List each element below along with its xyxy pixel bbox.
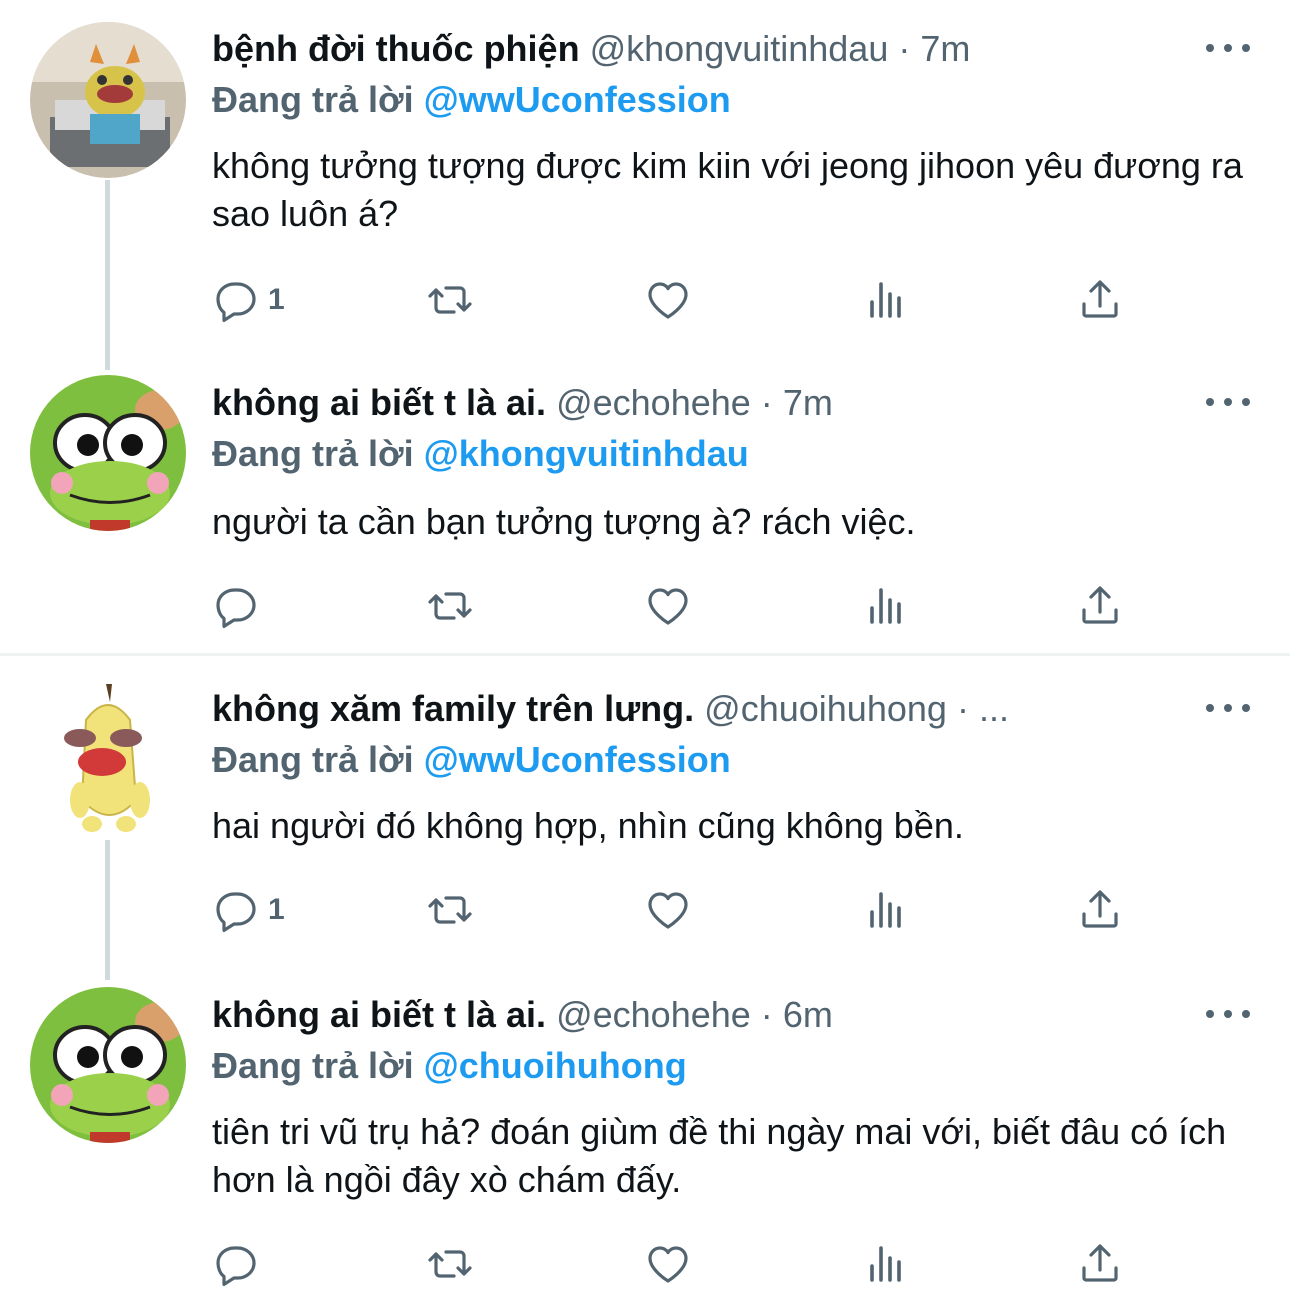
tweet-1[interactable]: bệnh đời thuốc phiện @khongvuitinhdau · … xyxy=(0,0,1290,370)
reply-mention[interactable]: @wwUconfession xyxy=(424,739,731,780)
reply-button[interactable] xyxy=(212,1236,268,1292)
separator: · xyxy=(760,994,773,1035)
retweet-icon xyxy=(428,1250,472,1278)
tweet-text: tiên tri vũ trụ hả? đoán giùm đề thi ngà… xyxy=(212,1111,1227,1200)
reply-context: Đang trả lời @wwUconfession xyxy=(212,736,731,784)
reply-prefix: Đang trả lời xyxy=(212,1045,414,1086)
share-icon xyxy=(1082,1244,1118,1282)
action-bar xyxy=(212,578,1132,634)
reply-icon xyxy=(216,1246,256,1286)
share-button[interactable] xyxy=(1076,272,1124,328)
like-icon xyxy=(648,588,688,625)
share-icon xyxy=(1082,890,1118,928)
share-button[interactable] xyxy=(1076,882,1124,938)
reply-button[interactable]: 1 xyxy=(212,882,285,938)
separator: · xyxy=(956,688,969,729)
like-icon xyxy=(648,1246,688,1283)
reply-prefix: Đang trả lời xyxy=(212,433,414,474)
views-button[interactable] xyxy=(862,1236,910,1292)
like-button[interactable] xyxy=(644,882,692,938)
views-button[interactable] xyxy=(862,578,910,634)
reply-count: 1 xyxy=(268,283,285,316)
avatar[interactable] xyxy=(30,987,186,1143)
more-icon[interactable] xyxy=(1206,392,1250,412)
tweet-3[interactable]: không xăm family trên lưng. @chuoihuhong… xyxy=(0,656,1290,980)
reply-prefix: Đang trả lời xyxy=(212,739,414,780)
reply-button[interactable] xyxy=(212,578,268,634)
reply-icon xyxy=(216,588,256,628)
handle[interactable]: @chuoihuhong xyxy=(704,688,947,729)
reply-context: Đang trả lời @chuoihuhong xyxy=(212,1042,687,1090)
like-icon xyxy=(648,282,688,319)
retweet-icon xyxy=(428,592,472,620)
views-button[interactable] xyxy=(862,882,910,938)
reply-context: Đang trả lời @khongvuitinhdau xyxy=(212,430,749,478)
reply-count: 1 xyxy=(268,893,285,926)
views-button[interactable] xyxy=(862,272,910,328)
reply-mention[interactable]: @wwUconfession xyxy=(424,79,731,120)
more-icon[interactable] xyxy=(1206,1004,1250,1024)
like-icon xyxy=(648,892,688,929)
retweet-button[interactable] xyxy=(426,1236,474,1292)
reply-mention[interactable]: @chuoihuhong xyxy=(424,1045,687,1086)
views-icon xyxy=(870,1246,901,1282)
handle[interactable]: @echohehe xyxy=(556,382,751,423)
retweet-icon xyxy=(428,896,472,924)
thread-line xyxy=(105,840,110,980)
share-button[interactable] xyxy=(1076,578,1124,634)
avatar[interactable] xyxy=(30,22,186,178)
tweet-4[interactable]: không ai biết t là ai. @echohehe · 6m Đa… xyxy=(0,962,1290,1308)
avatar[interactable] xyxy=(30,680,186,836)
retweet-icon xyxy=(428,286,472,314)
views-icon xyxy=(870,588,901,624)
share-button[interactable] xyxy=(1076,1236,1124,1292)
display-name[interactable]: không ai biết t là ai. xyxy=(212,994,546,1035)
tweet-text: hai người đó không hợp, nhìn cũng không … xyxy=(212,805,964,846)
timestamp[interactable]: 6m xyxy=(783,994,833,1035)
reply-icon xyxy=(216,892,256,932)
retweet-button[interactable] xyxy=(426,578,474,634)
tweet-header: không ai biết t là ai. @echohehe · 6m xyxy=(212,991,833,1039)
tweet-header: bệnh đời thuốc phiện @khongvuitinhdau · … xyxy=(212,25,970,73)
handle[interactable]: @khongvuitinhdau xyxy=(590,28,889,69)
share-icon xyxy=(1082,586,1118,624)
timestamp[interactable]: 7m xyxy=(920,28,970,69)
more-icon[interactable] xyxy=(1206,698,1250,718)
like-button[interactable] xyxy=(644,272,692,328)
action-bar: 1 xyxy=(212,882,1132,938)
tweet-2[interactable]: không ai biết t là ai. @echohehe · 7m Đa… xyxy=(0,350,1290,652)
reply-icon xyxy=(216,282,256,322)
reply-context: Đang trả lời @wwUconfession xyxy=(212,76,731,124)
handle[interactable]: @echohehe xyxy=(556,994,751,1035)
retweet-button[interactable] xyxy=(426,882,474,938)
display-name[interactable]: không ai biết t là ai. xyxy=(212,382,546,423)
retweet-button[interactable] xyxy=(426,272,474,328)
views-icon xyxy=(870,282,901,318)
thread-line xyxy=(105,180,110,370)
separator: · xyxy=(898,28,911,69)
like-button[interactable] xyxy=(644,1236,692,1292)
timestamp[interactable]: 7m xyxy=(783,382,833,423)
views-icon xyxy=(870,892,901,928)
tweet-text: không tưởng tượng được kim kiin với jeon… xyxy=(212,145,1243,234)
action-bar: 1 xyxy=(212,272,1132,328)
reply-mention[interactable]: @khongvuitinhdau xyxy=(424,433,749,474)
tweet-header: không ai biết t là ai. @echohehe · 7m xyxy=(212,379,833,427)
share-icon xyxy=(1082,280,1118,318)
avatar[interactable] xyxy=(30,375,186,531)
more-icon[interactable] xyxy=(1206,38,1250,58)
separator: · xyxy=(760,382,773,423)
display-name[interactable]: bệnh đời thuốc phiện xyxy=(212,28,580,69)
action-bar xyxy=(212,1236,1132,1292)
timestamp[interactable]: ... xyxy=(979,688,1009,729)
reply-button[interactable]: 1 xyxy=(212,272,285,328)
tweet-header: không xăm family trên lưng. @chuoihuhong… xyxy=(212,685,1009,733)
tweet-text: người ta cần bạn tưởng tượng à? rách việ… xyxy=(212,501,916,542)
display-name[interactable]: không xăm family trên lưng. xyxy=(212,688,694,729)
like-button[interactable] xyxy=(644,578,692,634)
reply-prefix: Đang trả lời xyxy=(212,79,414,120)
